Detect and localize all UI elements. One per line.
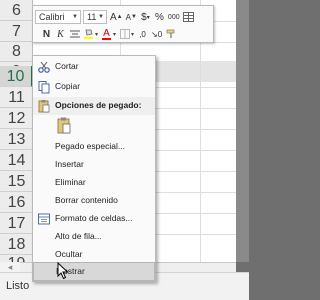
font-color-icon[interactable]: A (101, 27, 112, 41)
copy-icon (37, 80, 51, 94)
font-size-dropdown[interactable]: 11 ▼ (83, 10, 107, 24)
decrease-font-icon[interactable]: A ▼ (126, 10, 137, 24)
row-header[interactable]: 12 (0, 108, 33, 129)
percent-icon[interactable]: % (154, 10, 165, 24)
excel-window: 6 7 8 9 10 11 12 13 14 15 16 17 18 19 ◂ … (0, 0, 249, 300)
chevron-down-icon: ▼ (72, 14, 78, 20)
font-name-value: Calibri (39, 12, 65, 22)
scroll-left-icon[interactable]: ◂ (0, 262, 20, 272)
window-edge (236, 0, 249, 262)
mini-toolbar: Calibri ▼ 11 ▼ A ▲ A ▼ $ ▾ % 000 N K ▾ A… (32, 5, 214, 43)
borders-icon[interactable] (119, 27, 130, 41)
menu-item-insert-label: Insertar (55, 159, 84, 169)
row-header[interactable]: 14 (0, 150, 33, 171)
mini-toolbar-row-2: N K ▾ A ▾ ▾ ,0 ↘0 (35, 26, 176, 42)
fill-color-icon[interactable] (83, 27, 94, 41)
menu-item-paste-special[interactable]: Pegado especial... (33, 138, 155, 157)
chevron-down-icon[interactable]: ▾ (95, 31, 98, 38)
menu-item-cut[interactable]: Cortar (33, 58, 155, 77)
mini-toolbar-row-1: Calibri ▼ 11 ▼ A ▲ A ▼ $ ▾ % 000 (35, 9, 194, 25)
increase-decimal-icon[interactable]: ,0 (137, 27, 148, 41)
paste-option-button[interactable] (55, 116, 73, 136)
font-name-dropdown[interactable]: Calibri ▼ (35, 10, 81, 24)
format-painter-icon[interactable] (165, 27, 176, 41)
row-header[interactable]: 16 (0, 192, 33, 213)
align-center-icon[interactable] (69, 27, 80, 41)
decrease-decimal-icon[interactable]: ↘0 (151, 27, 162, 41)
menu-item-row-height-label: Alto de fila... (55, 231, 102, 241)
menu-item-clear-contents[interactable]: Borrar contenido (33, 192, 155, 211)
chevron-down-icon: ▼ (98, 14, 104, 20)
menu-item-paste-special-label: Pegado especial... (55, 141, 125, 151)
menu-item-delete[interactable]: Eliminar (33, 174, 155, 193)
format-table-icon[interactable] (182, 10, 194, 24)
row-header[interactable]: 11 (0, 87, 33, 108)
thousands-icon[interactable]: 000 (168, 10, 180, 24)
menu-item-clear-contents-label: Borrar contenido (55, 195, 118, 205)
row-header[interactable]: 17 (0, 213, 33, 234)
menu-item-hide-label: Ocultar (55, 249, 83, 259)
row-header[interactable]: 6 (0, 0, 33, 21)
row-header[interactable]: 18 (0, 234, 33, 255)
menu-item-format-cells[interactable]: Formato de celdas... (33, 210, 155, 229)
menu-item-row-height[interactable]: Alto de fila... (33, 228, 155, 247)
increase-font-icon[interactable]: A ▲ (110, 10, 123, 24)
row-header[interactable]: 7 (0, 21, 33, 42)
clipboard-icon (37, 99, 51, 118)
paste-options-label: Opciones de pegado: (55, 100, 142, 110)
row-header[interactable]: 13 (0, 129, 33, 150)
menu-item-insert[interactable]: Insertar (33, 156, 155, 175)
scissors-icon (37, 60, 51, 74)
menu-item-format-cells-label: Formato de celdas... (55, 213, 133, 223)
bold-icon[interactable]: N (41, 27, 52, 41)
context-menu: Cortar Copiar Opciones de pegado: Pegado… (32, 55, 156, 282)
chevron-down-icon[interactable]: ▾ (131, 31, 134, 38)
chevron-down-icon[interactable]: ▾ (113, 31, 116, 38)
row-headers: 6 7 8 9 10 11 12 13 14 15 16 17 18 19 (0, 0, 33, 274)
menu-item-cut-label: Cortar (55, 61, 79, 71)
currency-icon[interactable]: $ ▾ (140, 10, 151, 24)
row-header-selected[interactable]: 10 (0, 66, 33, 87)
menu-item-delete-label: Eliminar (55, 177, 86, 187)
status-text: Listo (6, 280, 30, 292)
paste-options-header: Opciones de pegado: (33, 97, 155, 115)
format-cells-icon (37, 212, 51, 226)
menu-item-copy[interactable]: Copiar (33, 78, 155, 97)
italic-icon[interactable]: K (55, 27, 66, 41)
row-header[interactable]: 8 (0, 41, 33, 62)
mouse-cursor-icon (57, 261, 69, 280)
menu-item-copy-label: Copiar (55, 81, 81, 91)
font-size-value: 11 (87, 12, 97, 22)
row-header[interactable]: 15 (0, 171, 33, 192)
menu-item-unhide[interactable]: Mostrar (33, 262, 155, 281)
